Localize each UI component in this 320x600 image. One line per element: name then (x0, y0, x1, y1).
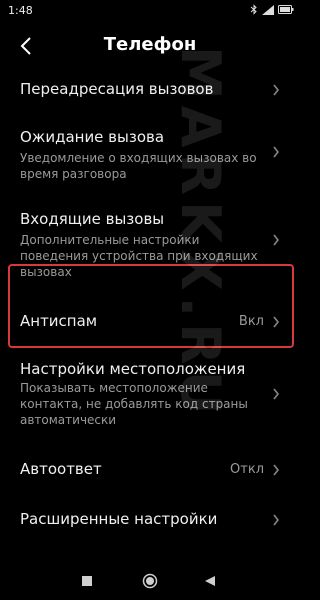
page-title: Телефон (103, 34, 197, 55)
item-subtitle: Показывать местоположение контакта, не д… (20, 381, 248, 427)
setting-location[interactable]: Настройки местоположения Показывать мест… (0, 352, 300, 432)
bluetooth-icon (250, 4, 257, 15)
item-title: Переадресация вызовов (20, 80, 214, 98)
status-time: 1:48 (8, 4, 33, 17)
setting-antispam[interactable]: Антиспам Вкл (0, 266, 300, 346)
item-title: Антиспам (20, 312, 98, 330)
item-value: Вкл (238, 314, 264, 329)
chevron-right-icon (273, 234, 280, 246)
battery-icon (278, 5, 294, 14)
signal-icon (262, 4, 274, 15)
app-header: Телефон (0, 30, 300, 64)
home-icon[interactable] (142, 573, 158, 589)
chevron-right-icon (273, 84, 280, 96)
item-title: Ожидание вызова (20, 128, 165, 146)
chevron-right-icon (273, 514, 280, 526)
status-icons (250, 4, 294, 15)
navigation-bar (0, 562, 300, 600)
chevron-right-icon (273, 464, 280, 476)
item-title: Автоответ (20, 460, 102, 478)
status-bar: 1:48 (0, 0, 300, 30)
chevron-right-icon (273, 316, 280, 328)
back-triangle-icon[interactable] (204, 575, 216, 587)
item-value: Откл (230, 462, 264, 477)
chevron-right-icon (273, 388, 280, 400)
recent-apps-icon[interactable] (82, 576, 92, 586)
setting-call-forwarding[interactable]: Переадресация вызовов (0, 72, 300, 108)
item-title: Настройки местоположения (20, 360, 246, 378)
chevron-right-icon (273, 146, 280, 158)
item-title: Расширенные настройки (20, 510, 218, 528)
setting-advanced[interactable]: Расширенные настройки (0, 502, 300, 538)
item-title: Входящие вызовы (20, 210, 165, 228)
setting-call-waiting[interactable]: Ожидание вызова Уведомление о входящих в… (0, 120, 300, 184)
setting-incoming-calls[interactable]: Входящие вызовы Дополнительные настройки… (0, 200, 300, 279)
setting-autoanswer[interactable]: Автоответ Откл (0, 452, 300, 488)
item-subtitle: Уведомление о входящих вызовах во время … (20, 151, 257, 181)
